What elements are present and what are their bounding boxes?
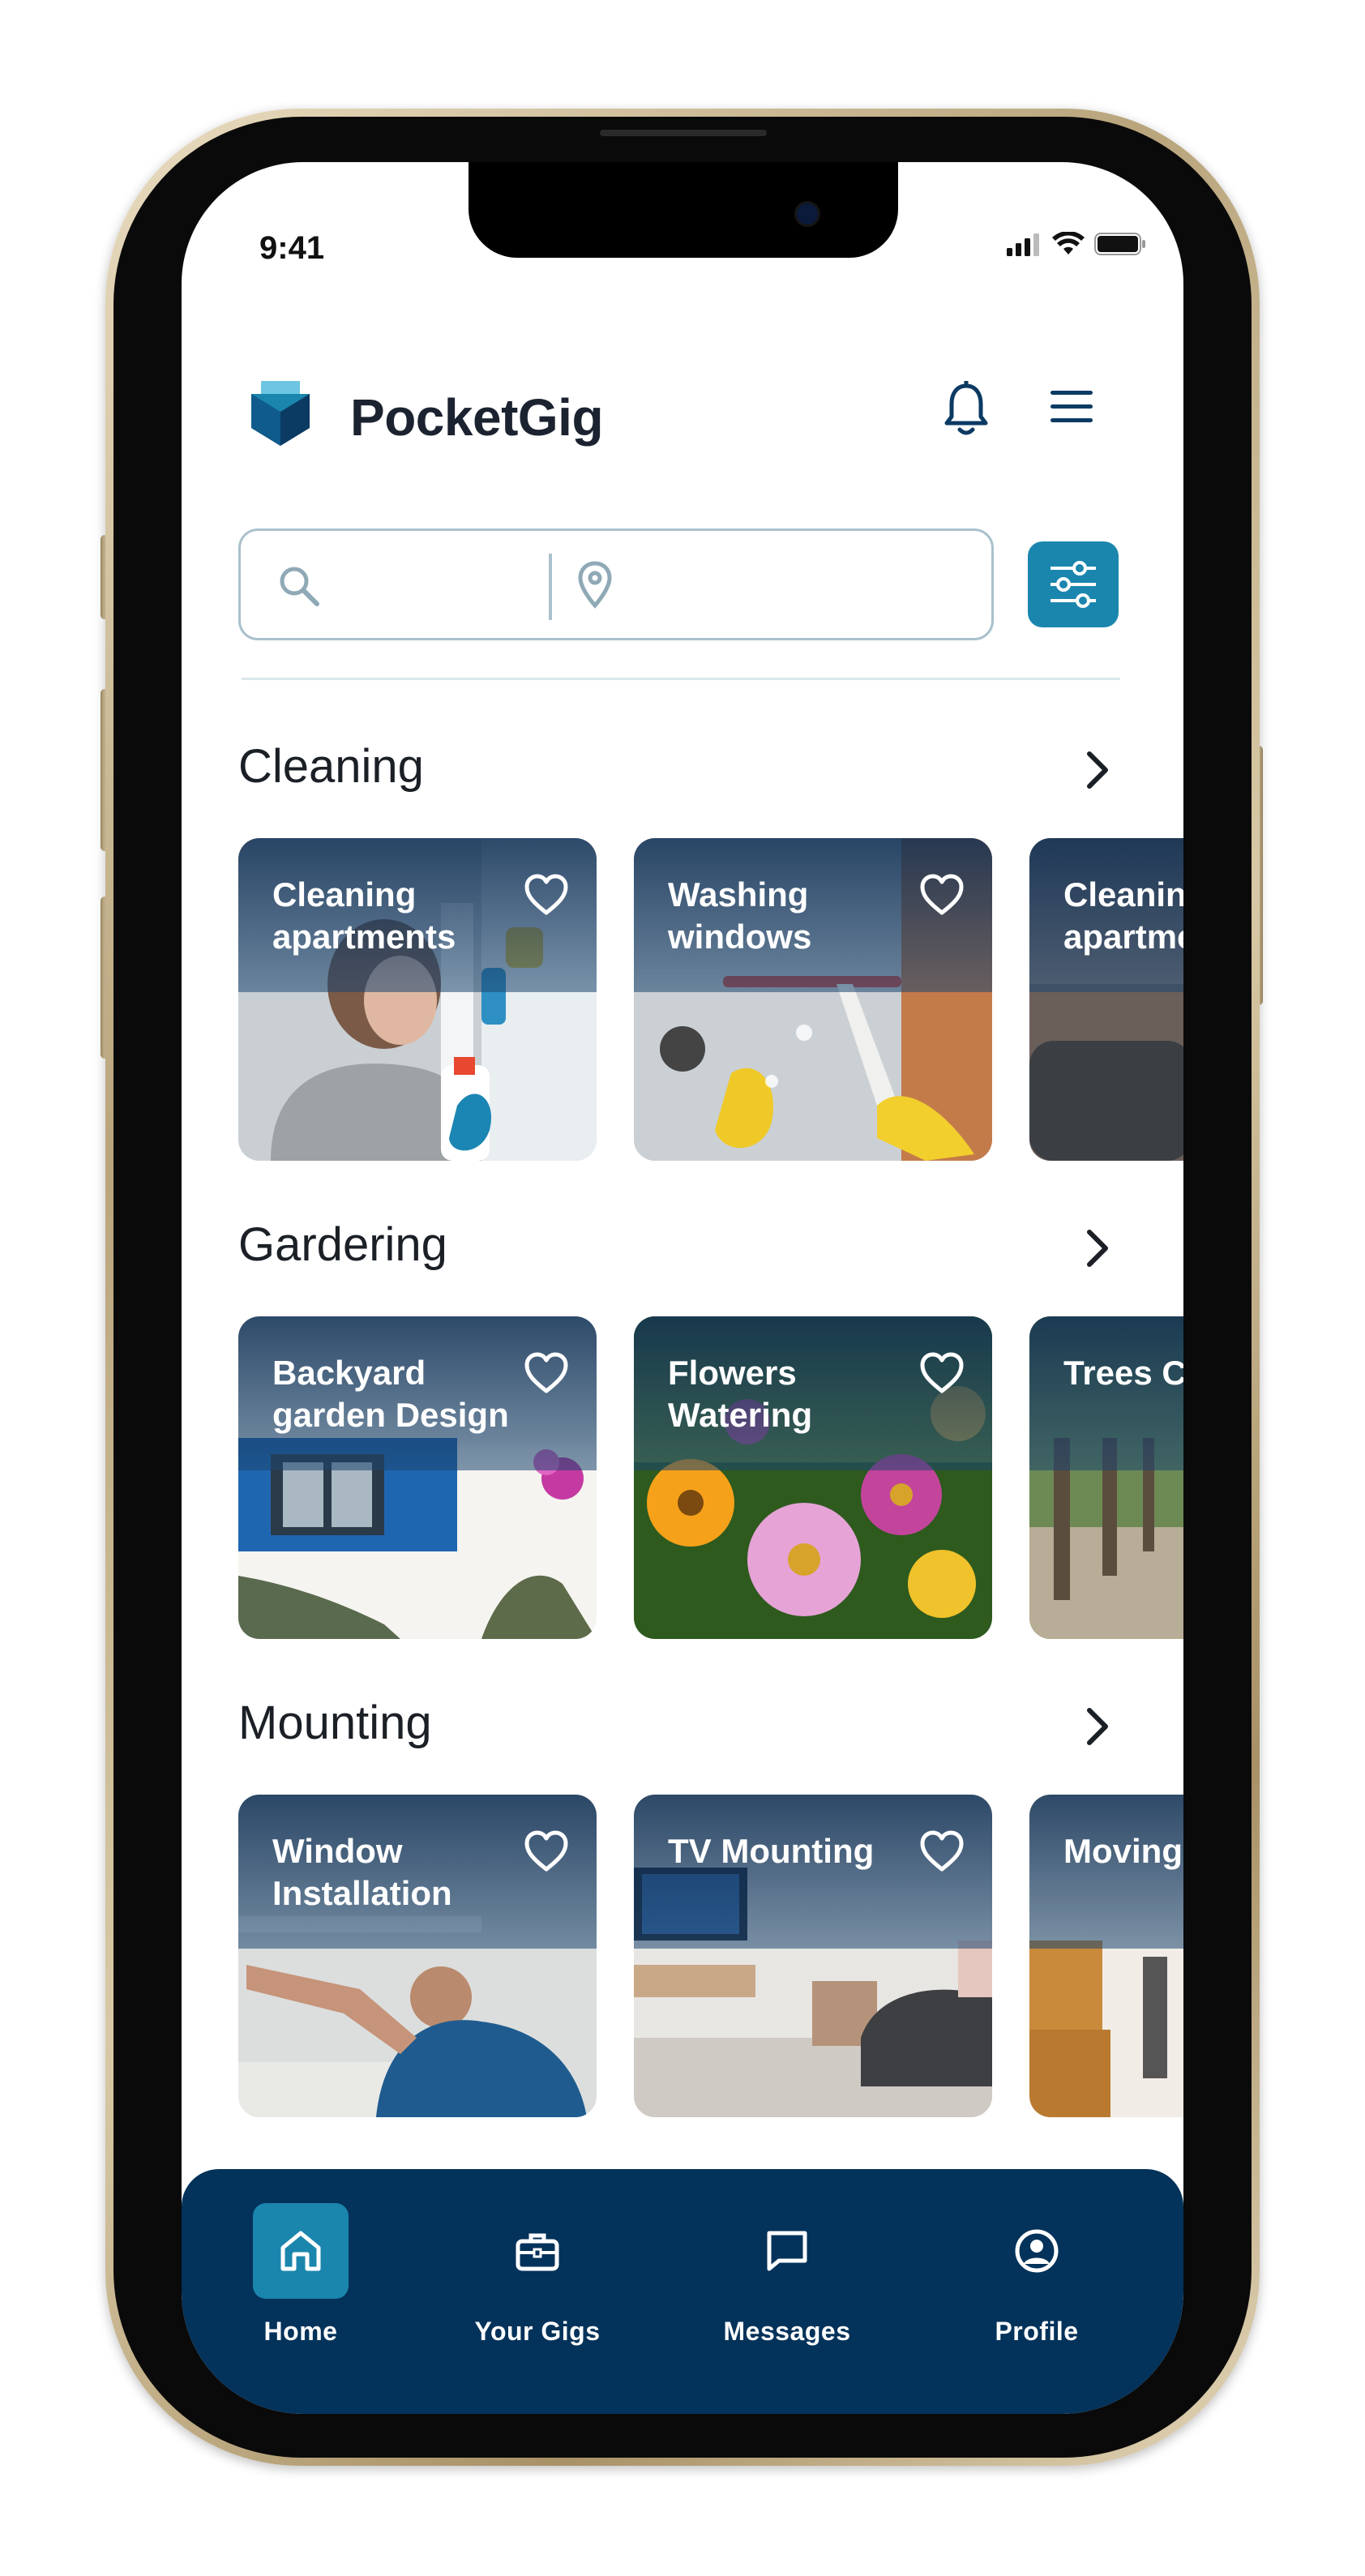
location-input[interactable]	[633, 554, 977, 620]
profile-circle-icon	[1015, 2229, 1059, 2273]
location-pin-icon	[578, 561, 612, 609]
search-input[interactable]	[330, 554, 536, 620]
gig-card-backyard-garden-design[interactable]: Backyard garden Design	[238, 1316, 597, 1639]
heart-outline-icon[interactable]	[919, 1352, 965, 1394]
card-label: Flowers Watering	[668, 1354, 813, 1434]
nav-messages-icon-container	[739, 2203, 835, 2299]
status-time: 9:41	[259, 230, 325, 266]
hamburger-menu-icon[interactable]	[1049, 389, 1094, 425]
header-divider	[242, 678, 1120, 680]
card-label: TV Mounting	[668, 1832, 875, 1870]
gig-card-flowers-watering[interactable]: Flowers Watering	[634, 1316, 992, 1639]
heart-outline-icon[interactable]	[524, 874, 569, 916]
home-icon	[280, 2231, 321, 2271]
gig-card-tv-mounting[interactable]: TV Mounting	[634, 1795, 992, 2117]
card-label: Cleaning apartments	[272, 875, 456, 956]
heart-outline-icon[interactable]	[524, 1352, 569, 1394]
gig-card-cleaning-apartments-2[interactable]: Cleaning apartments	[1029, 838, 1183, 1161]
chevron-right-icon[interactable]	[1083, 749, 1112, 791]
heart-outline-icon[interactable]	[919, 874, 965, 916]
app-title: PocketGig	[350, 388, 604, 447]
chevron-right-icon[interactable]	[1083, 1227, 1112, 1269]
nav-your-gigs[interactable]: Your Gigs	[448, 2203, 627, 2347]
nav-label: Profile	[995, 2317, 1079, 2346]
section-title-gardering: Gardering	[238, 1218, 447, 1271]
pocketgig-logo-icon	[251, 381, 310, 446]
heart-outline-icon[interactable]	[919, 1830, 965, 1872]
section-title-cleaning: Cleaning	[238, 740, 424, 793]
nav-home[interactable]: Home	[212, 2203, 390, 2347]
card-label: Trees Cutting	[1063, 1354, 1183, 1392]
gig-card-cleaning-apartments[interactable]: Cleaning apartments	[238, 838, 597, 1161]
front-camera	[794, 201, 820, 227]
nav-gigs-icon-container	[490, 2203, 585, 2299]
heart-outline-icon[interactable]	[524, 1830, 569, 1872]
gig-card-washing-windows[interactable]: Washing windows	[634, 838, 992, 1161]
wifi-icon	[1052, 232, 1085, 255]
search-icon	[280, 567, 319, 606]
filter-sliders-icon	[1050, 561, 1096, 608]
nav-messages[interactable]: Messages	[698, 2203, 876, 2347]
chevron-right-icon[interactable]	[1083, 1705, 1112, 1748]
section-title-mounting: Mounting	[238, 1697, 432, 1749]
gig-card-moving-boxes[interactable]: Moving boxes	[1029, 1795, 1183, 2117]
gig-card-window-installation[interactable]: Window Installation	[238, 1795, 597, 2117]
search-bar	[238, 528, 994, 640]
search-divider	[549, 554, 552, 620]
nav-profile[interactable]: Profile	[948, 2203, 1126, 2347]
notch	[469, 162, 898, 258]
card-label: Washing windows	[668, 875, 812, 956]
card-label: Cleaning apartments	[1063, 875, 1183, 956]
status-icons	[1007, 232, 1146, 256]
nav-label: Your Gigs	[474, 2317, 601, 2346]
card-label: Moving boxes	[1063, 1832, 1183, 1870]
filter-button[interactable]	[1028, 541, 1119, 627]
phone-screen: 9:41 PocketGig Cleaning Cleaning apartme…	[182, 162, 1183, 2414]
nav-profile-icon-container	[989, 2203, 1085, 2299]
cellular-signal-icon	[1007, 233, 1039, 256]
nav-label: Messages	[723, 2317, 851, 2346]
earpiece-speaker	[600, 130, 767, 136]
app-header: PocketGig	[250, 371, 1141, 460]
battery-icon	[1094, 233, 1145, 255]
bottom-navigation: Home Your Gigs Messages Profile	[182, 2169, 1183, 2414]
nav-home-icon-container	[253, 2203, 349, 2299]
gig-card-trees-cutting[interactable]: Trees Cutting	[1029, 1316, 1183, 1639]
chat-bubble-icon	[767, 2231, 807, 2271]
bell-icon[interactable]	[942, 381, 991, 438]
card-label: Backyard garden Design	[272, 1354, 509, 1434]
card-label: Window Installation	[272, 1832, 452, 1912]
nav-label: Home	[263, 2317, 338, 2346]
briefcase-icon	[516, 2233, 559, 2271]
